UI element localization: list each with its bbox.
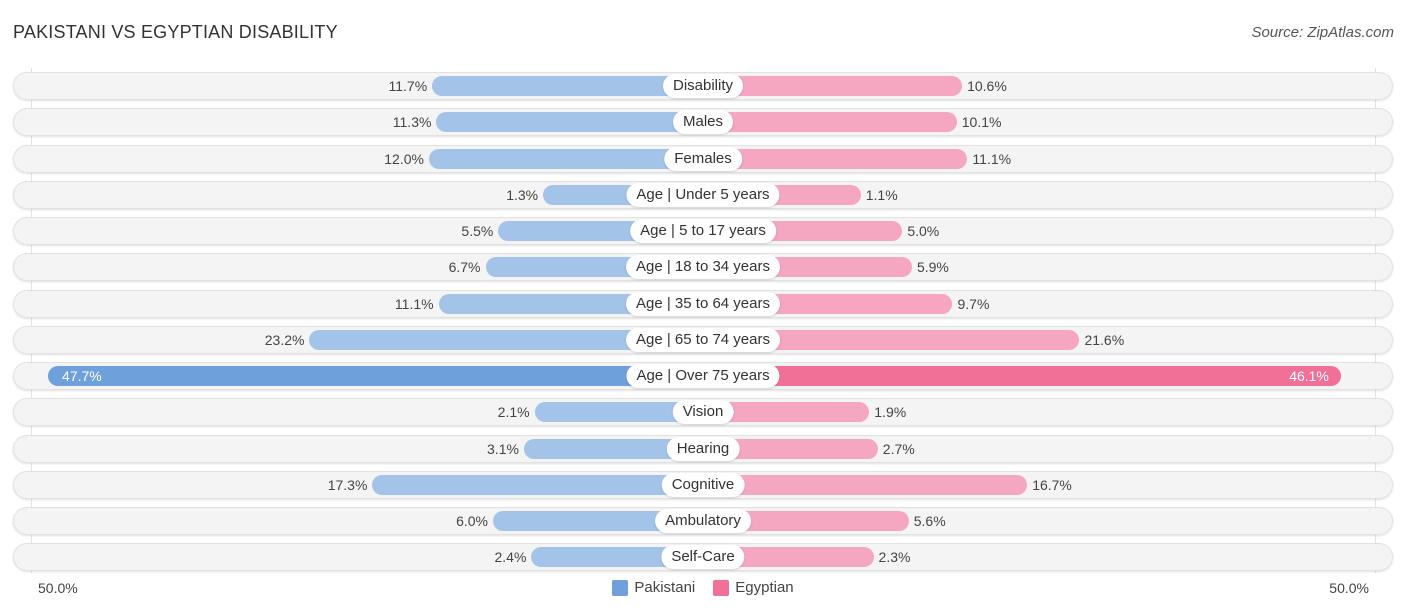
- legend-swatch-pakistani: [612, 579, 629, 596]
- legend-item-pakistani[interactable]: Pakistani: [612, 579, 695, 596]
- source-label: Source: ZipAtlas.com: [1251, 24, 1394, 41]
- value-label-egyptian: 2.7%: [882, 440, 915, 457]
- chart-root: PAKISTANI VS EGYPTIAN DISABILITY Source:…: [0, 0, 1406, 612]
- value-label-egyptian: 10.1%: [961, 114, 1002, 131]
- category-label: Vision: [672, 400, 734, 425]
- category-label: Age | Over 75 years: [626, 364, 780, 388]
- bar-egyptian[interactable]: [703, 474, 1028, 495]
- bar-pakistani[interactable]: [428, 148, 703, 169]
- bar-pakistani[interactable]: [372, 474, 703, 495]
- value-label-egyptian: 5.6%: [913, 513, 946, 529]
- category-label: Cognitive: [661, 472, 745, 497]
- value-label-pakistani: 47.7%: [62, 368, 102, 384]
- value-label-pakistani: 11.3%: [392, 114, 432, 131]
- legend-swatch-egyptian: [713, 579, 730, 596]
- category-label: Males: [672, 110, 734, 135]
- category-label: Disability: [662, 74, 744, 98]
- category-label: Age | 35 to 64 years: [626, 291, 780, 316]
- bar-pakistani[interactable]: [48, 366, 703, 386]
- value-label-pakistani: 1.3%: [506, 186, 539, 203]
- value-label-egyptian: 2.3%: [878, 549, 911, 566]
- category-label: Hearing: [666, 436, 740, 461]
- category-label: Ambulatory: [655, 509, 751, 533]
- bar-egyptian[interactable]: [703, 366, 1341, 386]
- value-label-pakistani: 3.1%: [487, 440, 519, 457]
- legend-label-egyptian: Egyptian: [735, 579, 794, 596]
- value-label-pakistani: 12.0%: [384, 150, 424, 167]
- value-label-egyptian: 5.9%: [916, 259, 949, 276]
- legend: Pakistani Egyptian: [0, 579, 1406, 596]
- value-label-egyptian: 11.1%: [972, 150, 1012, 167]
- legend-label-pakistani: Pakistani: [634, 579, 696, 596]
- category-label: Self-Care: [661, 545, 745, 570]
- value-label-egyptian: 10.6%: [967, 78, 1007, 94]
- value-label-pakistani: 6.7%: [448, 259, 481, 276]
- value-label-pakistani: 5.5%: [461, 223, 494, 239]
- legend-item-egyptian[interactable]: Egyptian: [713, 579, 794, 596]
- bar-pakistani[interactable]: [436, 112, 703, 133]
- chart-title: PAKISTANI VS EGYPTIAN DISABILITY: [13, 22, 338, 42]
- value-label-pakistani: 11.1%: [394, 295, 434, 312]
- value-label-pakistani: 2.4%: [494, 549, 527, 566]
- bar-egyptian[interactable]: [703, 112, 957, 133]
- value-label-pakistani: 2.1%: [497, 404, 530, 421]
- bar-egyptian[interactable]: [703, 148, 968, 169]
- value-label-pakistani: 17.3%: [327, 476, 368, 493]
- value-label-egyptian: 5.0%: [907, 223, 940, 239]
- value-label-egyptian: 16.7%: [1032, 476, 1072, 493]
- value-label-pakistani: 11.7%: [388, 78, 428, 94]
- value-label-pakistani: 6.0%: [456, 513, 488, 529]
- category-label: Age | Under 5 years: [626, 182, 780, 207]
- value-label-egyptian: 1.9%: [874, 404, 907, 421]
- category-label: Females: [664, 146, 742, 171]
- value-label-egyptian: 1.1%: [865, 186, 898, 203]
- category-label: Age | 65 to 74 years: [626, 327, 780, 352]
- value-label-pakistani: 23.2%: [264, 331, 305, 348]
- value-label-egyptian: 9.7%: [957, 295, 990, 312]
- value-label-egyptian: 21.6%: [1084, 331, 1125, 348]
- value-label-egyptian: 46.1%: [1289, 368, 1329, 384]
- category-label: Age | 5 to 17 years: [630, 219, 776, 243]
- category-label: Age | 18 to 34 years: [626, 255, 780, 280]
